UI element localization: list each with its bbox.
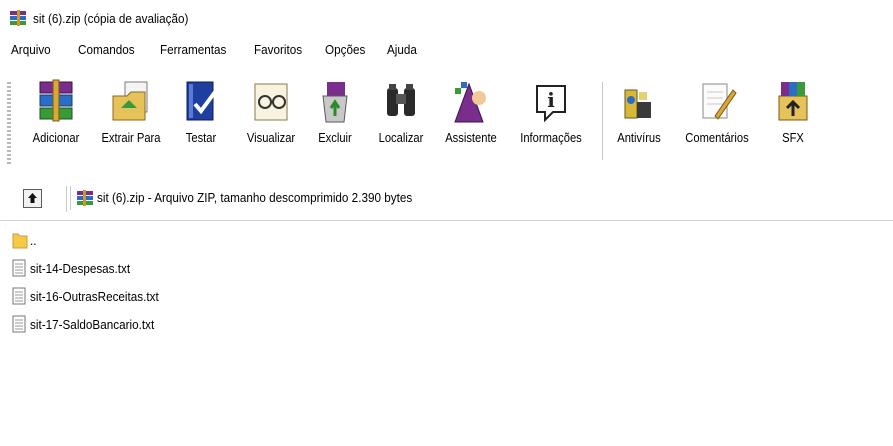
text-file-icon bbox=[12, 315, 26, 333]
address-bar: sit (6).zip - Arquivo ZIP, tamanho desco… bbox=[0, 178, 893, 218]
sfx-button-label: SFX bbox=[782, 130, 804, 145]
arrow-up-icon bbox=[28, 193, 37, 203]
wizard-button-label: Assistente bbox=[445, 130, 497, 145]
extract-to-button[interactable]: Extrair Para bbox=[92, 78, 170, 168]
menu-comandos[interactable]: Comandos bbox=[78, 42, 135, 57]
menu-favoritos[interactable]: Favoritos bbox=[254, 42, 302, 57]
test-button[interactable]: Testar bbox=[176, 78, 226, 168]
delete-button-label: Excluir bbox=[318, 130, 352, 145]
archive-books-icon bbox=[39, 79, 73, 122]
window-title: sit (6).zip (cópia de avaliação) bbox=[33, 11, 189, 26]
list-item[interactable]: sit-14-Despesas.txt bbox=[12, 259, 312, 279]
info-button-label: Informações bbox=[520, 130, 582, 145]
list-item[interactable]: sit-17-SaldoBancario.txt bbox=[12, 315, 312, 335]
toolbar-separator bbox=[602, 82, 603, 160]
winrar-app-icon bbox=[10, 10, 26, 26]
list-item-parent-folder[interactable]: .. bbox=[12, 231, 312, 251]
antivirus-button-label: Antivírus bbox=[617, 130, 661, 145]
file-name: sit-16-OutrasReceitas.txt bbox=[30, 289, 159, 304]
text-file-icon bbox=[12, 259, 26, 277]
svg-text:i: i bbox=[547, 88, 555, 112]
binoculars-icon bbox=[387, 84, 415, 116]
folder-up-icon bbox=[12, 233, 28, 249]
view-button-label: Visualizar bbox=[246, 130, 296, 145]
zip-archive-icon bbox=[77, 190, 93, 206]
file-name: .. bbox=[30, 233, 37, 248]
toolbar-grip[interactable] bbox=[7, 82, 11, 164]
extract-to-button-label: Extrair Para bbox=[101, 130, 161, 145]
delete-button[interactable]: Excluir bbox=[310, 78, 360, 168]
wizard-icon bbox=[454, 82, 486, 123]
test-button-label: Testar bbox=[185, 130, 217, 145]
antivirus-icon bbox=[624, 89, 651, 119]
add-button-label: Adicionar bbox=[32, 130, 80, 145]
menu-ferramentas[interactable]: Ferramentas bbox=[160, 42, 226, 57]
menu-bar: Arquivo Comandos Ferramentas Favoritos O… bbox=[0, 34, 893, 66]
antivirus-button[interactable]: Antivírus bbox=[608, 78, 670, 168]
delete-recycle-icon bbox=[322, 82, 348, 123]
text-file-icon bbox=[12, 287, 26, 305]
comment-pen-icon bbox=[702, 83, 737, 120]
view-glasses-icon bbox=[254, 83, 288, 121]
comments-button[interactable]: Comentários bbox=[674, 78, 760, 168]
test-book-check-icon bbox=[186, 81, 217, 121]
find-button-label: Localizar bbox=[378, 130, 424, 145]
extract-folder-icon bbox=[112, 81, 148, 121]
file-name: sit-17-SaldoBancario.txt bbox=[30, 317, 155, 332]
sfx-button[interactable]: SFX bbox=[768, 78, 818, 168]
wizard-button[interactable]: Assistente bbox=[436, 78, 506, 168]
find-button[interactable]: Localizar bbox=[370, 78, 432, 168]
toolbar: Adicionar Extrair Para Testar Visualizar bbox=[0, 70, 893, 174]
view-button[interactable]: Visualizar bbox=[238, 78, 304, 168]
menu-arquivo[interactable]: Arquivo bbox=[11, 42, 51, 57]
add-button[interactable]: Adicionar bbox=[22, 78, 90, 168]
address-text: sit (6).zip - Arquivo ZIP, tamanho desco… bbox=[97, 190, 413, 205]
comments-button-label: Comentários bbox=[685, 130, 749, 145]
menu-opcoes[interactable]: Opções bbox=[325, 42, 365, 57]
address-separator bbox=[66, 186, 67, 212]
menu-ajuda[interactable]: Ajuda bbox=[387, 42, 417, 57]
up-folder-button[interactable] bbox=[23, 189, 42, 208]
list-item[interactable]: sit-16-OutrasReceitas.txt bbox=[12, 287, 312, 307]
info-icon: i bbox=[536, 85, 566, 123]
title-bar: sit (6).zip (cópia de avaliação) bbox=[0, 0, 893, 34]
address-field[interactable]: sit (6).zip - Arquivo ZIP, tamanho desco… bbox=[70, 186, 893, 210]
file-name: sit-14-Despesas.txt bbox=[30, 261, 131, 276]
sfx-box-icon bbox=[778, 82, 808, 121]
info-button[interactable]: i Informações bbox=[508, 78, 594, 168]
file-list: .. sit-14-Despesas.txt sit-16-OutrasRece… bbox=[0, 220, 893, 446]
